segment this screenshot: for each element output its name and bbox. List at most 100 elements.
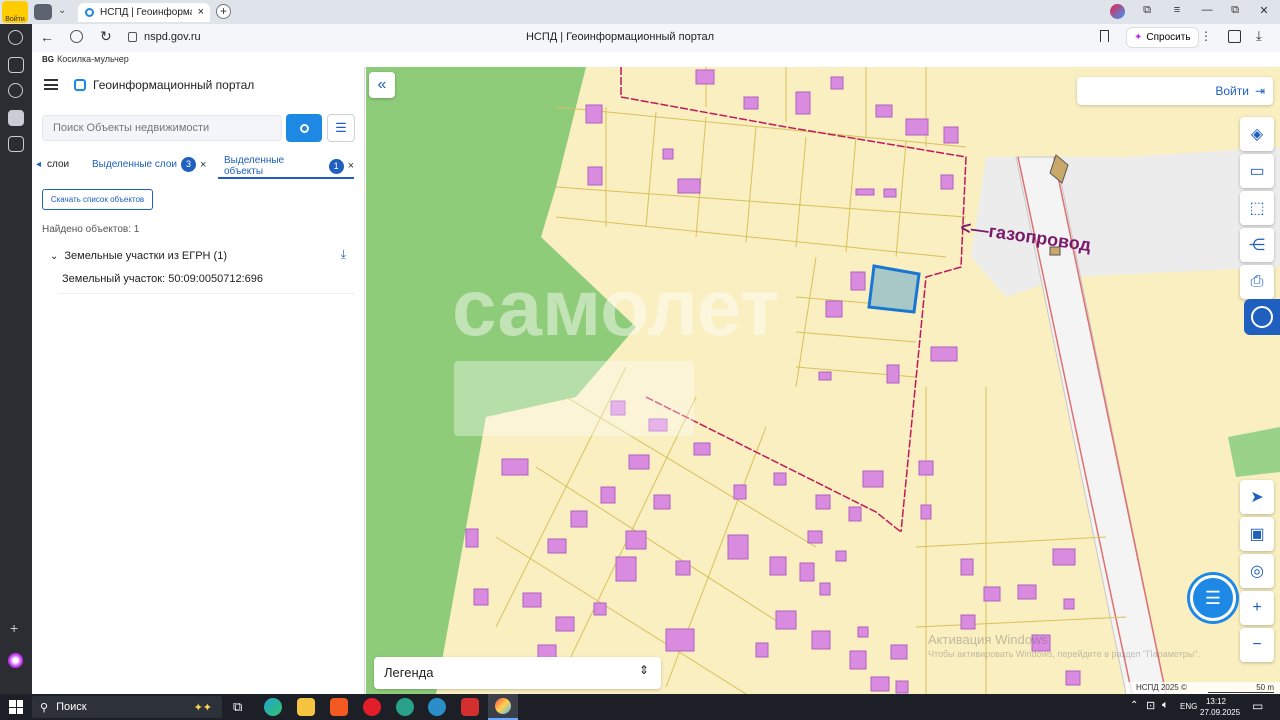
map-canvas[interactable]: <—газопровод самолет Активация Windows Ч… [366,67,1280,694]
app-icon[interactable] [396,698,414,716]
watermark-box [454,361,694,436]
wps-icon[interactable] [461,698,479,716]
tab-selected-objects[interactable]: Выделенные объекты 1 × [218,155,354,179]
ruler-button[interactable]: ▭ [1240,154,1274,188]
history-icon[interactable] [8,30,23,45]
minus-icon: − [1252,636,1262,653]
collapse-panel-button[interactable]: « [369,72,395,98]
bookmark-favicon-icon: BG [42,54,54,64]
yandex-button[interactable]: Войти [2,1,28,23]
explorer-icon[interactable] [297,698,315,716]
download-list-button[interactable]: Скачать список объектов [42,189,153,210]
browser-tab[interactable]: НСПД | Геоинформацион × [78,3,210,22]
tab-selected-objects-label: Выделенные объекты [224,155,285,177]
yandex-browser-icon [495,698,511,714]
edge-icon[interactable] [264,698,282,716]
taskbar-search[interactable]: ⚲ Поиск ✦✦ [32,696,222,718]
opera-icon[interactable] [363,698,381,716]
clock-date: 27.09.2025 [1200,708,1241,717]
taskbar-search-label: Поиск [56,701,87,713]
close-window-icon[interactable]: ✕ [1254,4,1274,17]
close-icon[interactable]: × [200,159,206,171]
reload-icon[interactable]: ↻ [100,28,112,45]
zoom-in-button[interactable]: + [1240,591,1274,625]
new-tab-button[interactable]: + [216,4,231,19]
url-field[interactable]: nspd.gov.ru [144,31,201,43]
clock[interactable]: 13:12 27.09.2025 [1200,696,1241,718]
windows-activation-title: Активация Windows [928,632,1048,647]
print-button[interactable]: ⎙ [1240,265,1274,299]
filter-button[interactable]: ☰ [327,114,355,142]
list-item[interactable]: Земельный участок: 50:09:0050712:696 [58,270,354,294]
chat-icon: ☰ [1204,587,1222,608]
tray-chevron-icon[interactable]: ⌃ [1130,700,1138,711]
hamburger-menu-icon[interactable] [44,79,58,90]
alice-sidebar-icon[interactable] [8,653,23,668]
minimap-button[interactable]: ▣ [1240,517,1274,551]
search-input[interactable]: Поиск Объекты недвижимости [42,115,282,141]
yandex-browser-task[interactable] [488,694,518,720]
clock-time: 13:12 [1205,697,1227,706]
yandex-label: Войти [5,16,25,23]
app2-icon[interactable] [428,698,446,716]
task-view-icon[interactable]: ⧉ [233,699,242,715]
back-icon[interactable]: ← [40,29,54,45]
layers-button[interactable]: ◈ [1240,117,1274,151]
side-panel: Геоинформационный портал Поиск Объекты н… [32,67,365,694]
found-count: Найдено объектов: 1 [42,224,140,235]
parcel-label: Земельный участок: 50:09:0050712:696 [62,273,264,285]
tab-group-icon[interactable] [34,4,52,20]
bookmarks-bar: BG Косилка-мульчер [32,52,1280,67]
chat-button[interactable]: ☰ [1190,575,1236,621]
ruler-icon: ▭ [1249,163,1265,180]
restore-icon[interactable]: ⧉ [1225,4,1245,17]
play-icon[interactable] [8,83,23,98]
start-button[interactable] [9,700,23,714]
minimize-icon[interactable]: — [1197,4,1217,16]
share-icon: ⋲ [1249,237,1265,254]
app-title: Геоинформационный портал [93,78,255,92]
login-label: Войти [1215,84,1249,98]
close-icon[interactable]: × [348,160,354,172]
download-icon[interactable]: ⤓ [341,247,346,262]
menu-icon[interactable]: ≡ [1167,4,1187,16]
minimap-icon: ▣ [1249,526,1265,543]
more-icon[interactable]: ⋮ [1200,29,1212,43]
tab-selected-layers[interactable]: Выделенные слои 3 × [92,157,206,172]
green-patch [1228,427,1280,477]
tab-layers[interactable]: ◂ слои [36,159,69,170]
legend-dropdown[interactable]: Легенда ⇕ [374,657,661,689]
add-icon[interactable]: + [10,620,18,636]
bookmark-item[interactable]: BG Косилка-мульчер [42,54,129,64]
zoom-out-button[interactable]: − [1240,628,1274,662]
windows-activation-text: Чтобы активировать Windows, перейдите в … [928,649,1200,659]
select-area-button[interactable]: ⬚ [1240,191,1274,225]
chevron-down-icon[interactable]: ⌄ [58,5,66,16]
feedback-button[interactable] [1244,299,1280,335]
search-button[interactable] [286,114,322,142]
downloads-icon[interactable]: ⤓ [1256,28,1262,44]
site-favicon-icon [85,8,94,17]
photo-icon[interactable] [8,136,24,152]
bookmark-icon[interactable] [1100,30,1109,42]
brave-icon[interactable] [330,698,348,716]
parcel-group[interactable]: ⌄ Земельные участки из ЕГРН (1) ⤓ [50,247,346,265]
protect-icon[interactable] [70,30,83,43]
ask-button[interactable]: ✦ Спросить [1126,27,1199,48]
notes-icon[interactable] [8,57,24,73]
share-button[interactable]: ⋲ [1240,228,1274,262]
language-indicator[interactable]: ENG [1180,702,1197,711]
login-button[interactable]: Войти ⇥ [1077,77,1273,105]
group-label: Земельные участки из ЕГРН (1) [64,250,227,262]
locate-button[interactable]: ➤ [1240,480,1274,514]
notifications-icon[interactable]: ▭ [1252,699,1263,713]
alice-icon[interactable] [1110,4,1125,19]
collections-icon[interactable]: ⧉ [1137,4,1157,17]
legend-label: Легенда [384,665,434,680]
extensions-icon[interactable] [1228,30,1241,43]
close-tab-icon[interactable]: × [198,6,204,18]
volume-icon[interactable]: 🔈︎ [1162,699,1169,712]
geolocation-button[interactable]: ◎ [1240,554,1274,588]
network-icon[interactable]: ⊡ [1146,699,1155,712]
one-icon[interactable] [8,110,24,126]
